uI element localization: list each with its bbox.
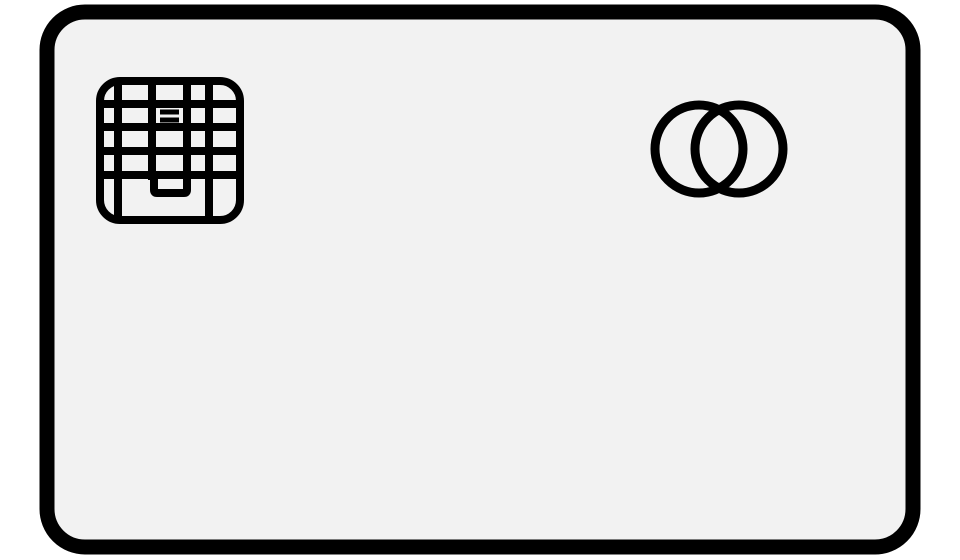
- card-illustration: [0, 0, 960, 560]
- card-body: [39, 4, 921, 555]
- credit-card-icon: [39, 4, 921, 555]
